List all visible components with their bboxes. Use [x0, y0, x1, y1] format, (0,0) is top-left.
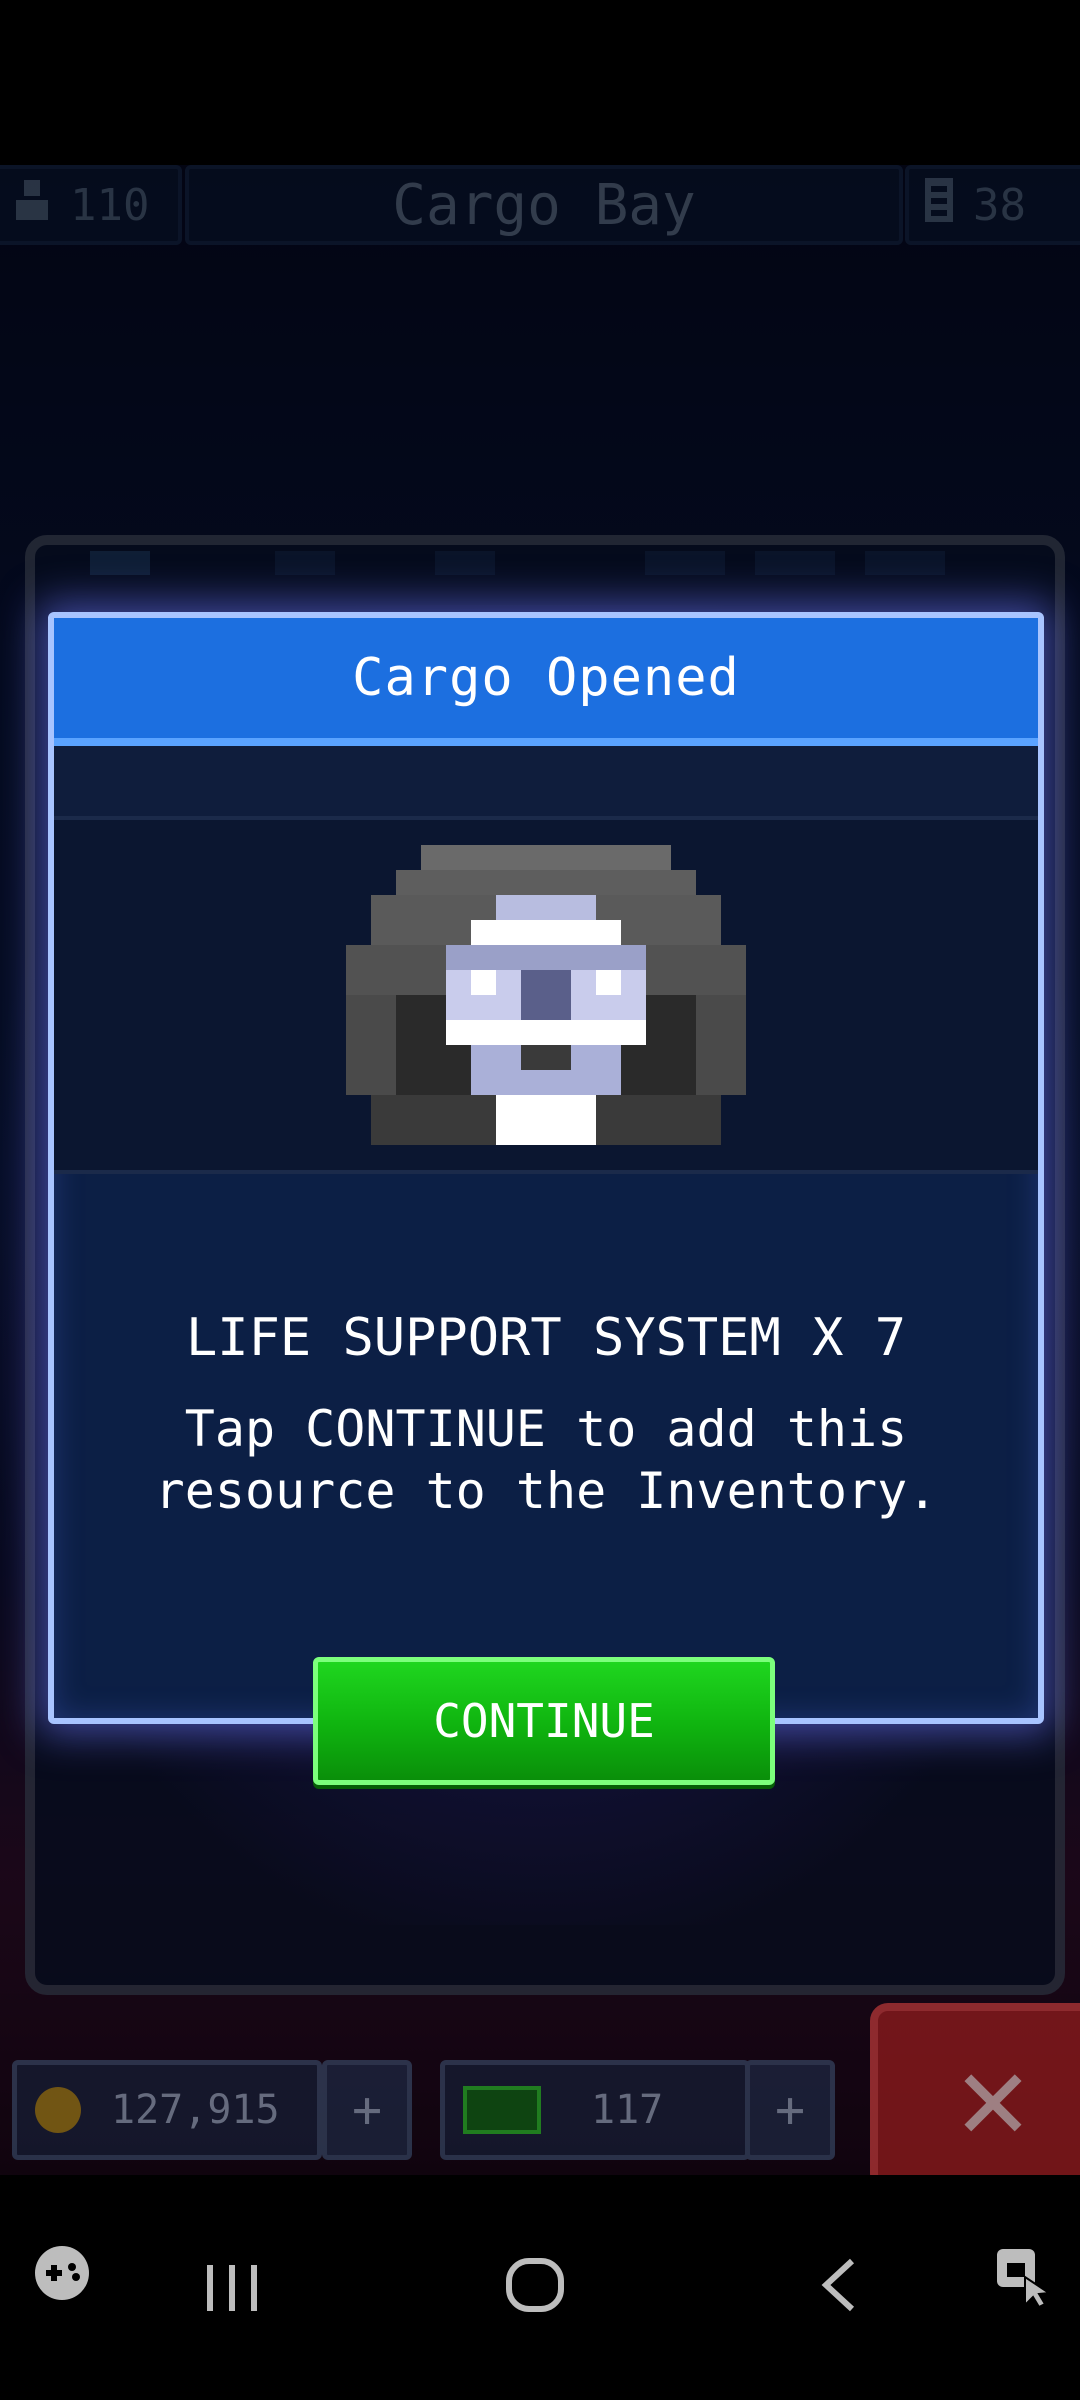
screen-assistant-icon[interactable]: [995, 2247, 1055, 2325]
coins-amount: 127,915: [111, 2087, 280, 2133]
close-button[interactable]: ✕: [870, 2003, 1080, 2175]
back-button[interactable]: [818, 2255, 858, 2329]
recents-button[interactable]: [205, 2255, 259, 2329]
home-button[interactable]: [505, 2255, 565, 2329]
game-tools-icon[interactable]: [32, 2243, 92, 2319]
plus-icon: +: [774, 2081, 806, 2139]
coin-icon: [35, 2087, 81, 2133]
gems-display: 117: [440, 2060, 750, 2160]
dialog-title-bar: Cargo Opened: [54, 618, 1038, 746]
continue-label: CONTINUE: [433, 1694, 655, 1748]
coins-display: 127,915: [12, 2060, 322, 2160]
item-description: Tap CONTINUE to add this resource to the…: [154, 1400, 938, 1520]
plus-icon: +: [351, 2081, 383, 2139]
close-icon: ✕: [956, 2027, 1030, 2167]
item-image-box: [54, 816, 1038, 1174]
gems-amount: 117: [591, 2087, 664, 2133]
item-name: LIFE SUPPORT SYSTEM X 7: [185, 1308, 907, 1368]
gem-icon: [463, 2086, 541, 2134]
continue-button[interactable]: CONTINUE: [313, 1657, 775, 1785]
dialog-band: [54, 746, 1038, 816]
buy-coins-button[interactable]: +: [322, 2060, 412, 2160]
android-nav-bar: [0, 2175, 1080, 2400]
dialog-title: Cargo Opened: [352, 648, 740, 708]
buy-gems-button[interactable]: +: [745, 2060, 835, 2160]
cargo-opened-dialog: Cargo Opened LIFE SUPPORT SYSTEM X 7 Tap…: [48, 612, 1044, 1724]
life-support-system-icon: [346, 845, 746, 1145]
